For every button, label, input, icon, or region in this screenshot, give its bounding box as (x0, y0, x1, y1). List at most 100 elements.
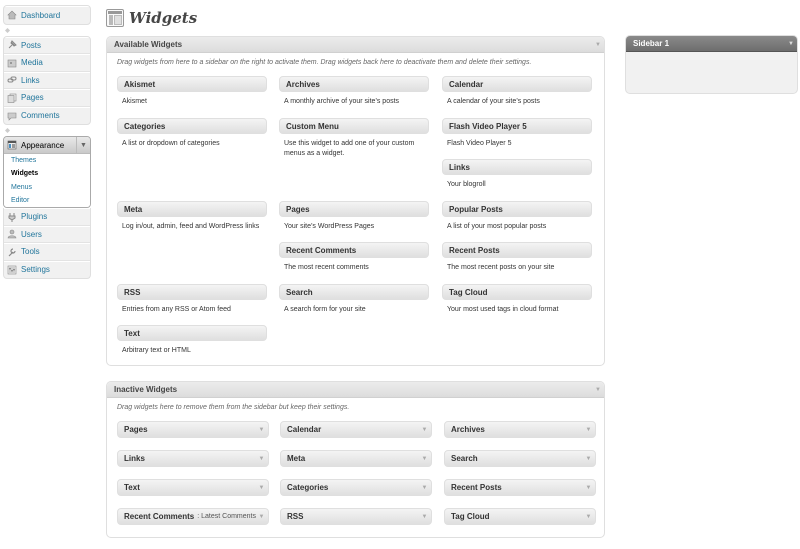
menu-separator[interactable] (3, 125, 91, 136)
inactive-widget-meta[interactable]: Meta ▼ (280, 450, 432, 467)
widget-description: Use this widget to add one of your custo… (284, 140, 415, 157)
inactive-widget-text[interactable]: Text ▼ (117, 479, 269, 496)
page-header: Widgets (106, 8, 197, 28)
widget-title[interactable]: Tag Cloud (442, 284, 592, 300)
widget-title[interactable]: Search (279, 284, 429, 300)
widget-archives[interactable]: Archives A monthly archive of your site’… (279, 76, 429, 107)
widget-description: Flash Video Player 5 (447, 140, 512, 147)
widget-title[interactable]: Recent Comments (279, 242, 429, 258)
widget-title[interactable]: Archives (279, 76, 429, 92)
widget-links[interactable]: Links Your blogroll (442, 159, 592, 190)
inactive-widget-search[interactable]: Search ▼ (444, 450, 596, 467)
widget-description: Arbitrary text or HTML (122, 347, 191, 354)
inactive-widget-pages[interactable]: Pages ▼ (117, 421, 269, 438)
submenu-item-menus[interactable]: Menus (4, 181, 90, 194)
widget-custom-menu[interactable]: Custom Menu Use this widget to add one o… (279, 118, 429, 159)
menu-item-tools[interactable]: Tools (4, 243, 90, 261)
inactive-widget-tag-cloud[interactable]: Tag Cloud ▼ (444, 508, 596, 525)
chevron-down-icon[interactable]: ▼ (582, 480, 595, 495)
widget-description: A list or dropdown of categories (122, 140, 220, 147)
widget-title: RSS (287, 512, 304, 521)
chevron-down-icon[interactable]: ▼ (582, 451, 595, 466)
widget-recent-comments[interactable]: Recent Comments The most recent comments (279, 242, 429, 273)
widget-title[interactable]: Akismet (117, 76, 267, 92)
menu-item-comments[interactable]: Comments (4, 106, 90, 125)
widget-title[interactable]: Custom Menu (279, 118, 429, 134)
menu-label-appearance: Appearance (21, 140, 65, 150)
chevron-down-icon[interactable]: ▼ (592, 382, 604, 397)
chevron-down-icon[interactable]: ▼ (592, 37, 604, 52)
widget-popular-posts[interactable]: Popular Posts A list of your most popula… (442, 201, 592, 232)
widget-title[interactable]: Popular Posts (442, 201, 592, 217)
menu-item-media[interactable]: Media (4, 54, 90, 72)
menu-separator[interactable] (3, 25, 91, 36)
submenu-item-themes[interactable]: Themes (4, 154, 90, 167)
widget-title[interactable]: Calendar (442, 76, 592, 92)
sidebar-1-panel: Sidebar 1 ▼ (625, 35, 798, 94)
widget-tag-cloud[interactable]: Tag Cloud Your most used tags in cloud f… (442, 284, 592, 315)
widget-title[interactable]: Links (442, 159, 592, 175)
media-icon (7, 58, 17, 68)
menu-label-settings: Settings (21, 265, 50, 275)
menu-item-appearance[interactable]: Appearance ▼ (4, 137, 90, 154)
pages-icon (7, 93, 17, 103)
widget-text[interactable]: Text Arbitrary text or HTML (117, 325, 267, 356)
chevron-down-icon[interactable]: ▼ (76, 137, 90, 153)
chevron-down-icon[interactable]: ▼ (418, 422, 431, 437)
widget-calendar[interactable]: Calendar A calendar of your site’s posts (442, 76, 592, 107)
widget-title[interactable]: Categories (117, 118, 267, 134)
menu-item-posts[interactable]: Posts (4, 36, 90, 54)
widget-title: Meta (287, 454, 306, 463)
chevron-down-icon[interactable]: ▼ (418, 451, 431, 466)
settings-sliders-icon (7, 265, 17, 275)
widget-categories[interactable]: Categories A list or dropdown of categor… (117, 118, 267, 149)
widget-title: Tag Cloud (451, 512, 490, 521)
available-widgets-panel: Available Widgets ▼ Drag widgets from he… (106, 36, 605, 366)
inactive-widget-recent-comments[interactable]: Recent Comments: Latest Comments ▼ (117, 508, 269, 525)
sidebar-1-header[interactable]: Sidebar 1 ▼ (626, 36, 797, 52)
inactive-widget-links[interactable]: Links ▼ (117, 450, 269, 467)
menu-item-pages[interactable]: Pages (4, 89, 90, 107)
inactive-widget-categories[interactable]: Categories ▼ (280, 479, 432, 496)
chevron-down-icon[interactable]: ▼ (255, 422, 268, 437)
inactive-widgets-panel: Inactive Widgets ▼ Drag widgets here to … (106, 381, 605, 538)
chevron-down-icon[interactable]: ▼ (582, 422, 595, 437)
widget-title[interactable]: Flash Video Player 5 (442, 118, 592, 134)
widget-description: The most recent comments (284, 264, 369, 271)
menu-item-plugins[interactable]: Plugins (4, 208, 90, 226)
chevron-down-icon[interactable]: ▼ (418, 509, 431, 524)
widget-flash-video-player[interactable]: Flash Video Player 5 Flash Video Player … (442, 118, 592, 149)
widget-title[interactable]: Pages (279, 201, 429, 217)
menu-item-links[interactable]: Links (4, 71, 90, 89)
chevron-down-icon[interactable]: ▼ (255, 509, 268, 524)
widget-recent-posts[interactable]: Recent Posts The most recent posts on yo… (442, 242, 592, 273)
speech-bubble-icon (7, 111, 17, 121)
inactive-widget-calendar[interactable]: Calendar ▼ (280, 421, 432, 438)
widget-akismet[interactable]: Akismet Akismet (117, 76, 267, 107)
inactive-widget-archives[interactable]: Archives ▼ (444, 421, 596, 438)
dashboard-icon (7, 10, 17, 20)
chevron-down-icon[interactable]: ▼ (582, 509, 595, 524)
widget-title[interactable]: Text (117, 325, 267, 341)
widget-meta[interactable]: Meta Log in/out, admin, feed and WordPre… (117, 201, 267, 232)
inactive-widget-recent-posts[interactable]: Recent Posts ▼ (444, 479, 596, 496)
chevron-down-icon[interactable]: ▼ (255, 451, 268, 466)
widget-title[interactable]: Meta (117, 201, 267, 217)
inactive-widgets-header[interactable]: Inactive Widgets ▼ (107, 382, 604, 398)
submenu-item-widgets[interactable]: Widgets (4, 167, 90, 180)
chevron-down-icon[interactable]: ▼ (785, 36, 797, 51)
widget-title[interactable]: Recent Posts (442, 242, 592, 258)
chevron-down-icon[interactable]: ▼ (418, 480, 431, 495)
chevron-down-icon[interactable]: ▼ (255, 480, 268, 495)
widget-title[interactable]: RSS (117, 284, 267, 300)
available-widgets-header[interactable]: Available Widgets ▼ (107, 37, 604, 53)
appearance-icon (7, 140, 17, 150)
menu-item-users[interactable]: Users (4, 225, 90, 244)
menu-item-settings[interactable]: Settings (4, 260, 90, 279)
inactive-widget-rss[interactable]: RSS ▼ (280, 508, 432, 525)
submenu-item-editor[interactable]: Editor (4, 194, 90, 207)
menu-item-dashboard[interactable]: Dashboard (4, 6, 90, 24)
widget-rss[interactable]: RSS Entries from any RSS or Atom feed (117, 284, 267, 315)
widget-pages[interactable]: Pages Your site’s WordPress Pages (279, 201, 429, 232)
widget-search[interactable]: Search A search form for your site (279, 284, 429, 315)
